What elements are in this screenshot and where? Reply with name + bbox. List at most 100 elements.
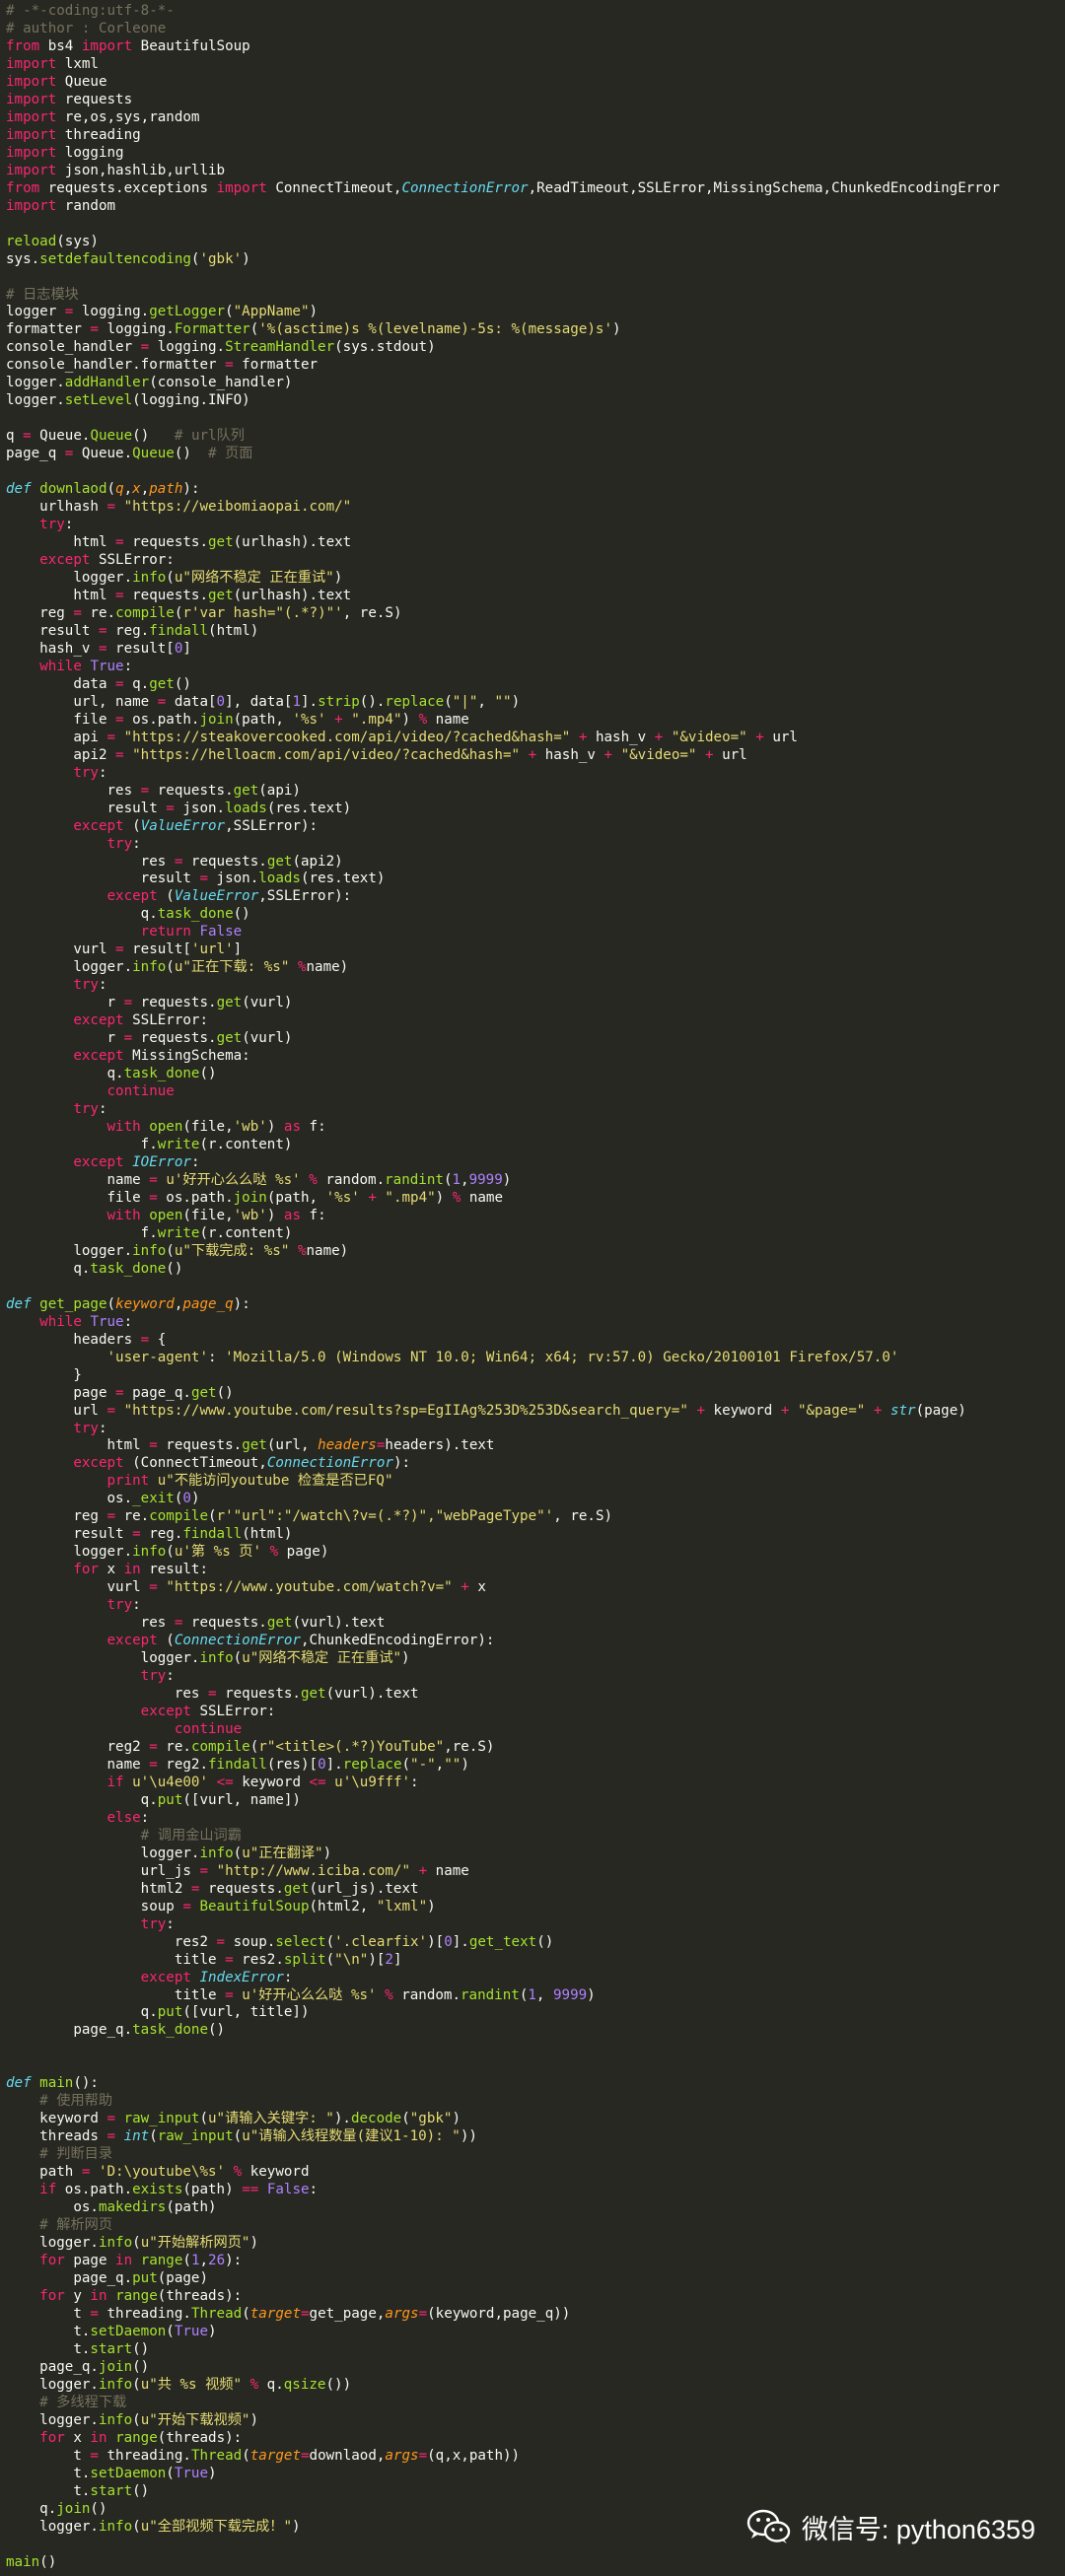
code-line: import json,hashlib,urllib (6, 163, 1065, 180)
code-token: ( (166, 959, 175, 976)
code-token: setDaemon (90, 2323, 167, 2339)
code-token: () (39, 2553, 57, 2570)
code-token: setDaemon (90, 2465, 167, 2481)
code-token: compile (149, 1508, 209, 1525)
code-token: (api) (258, 782, 301, 799)
code-token: u'\u9fff' (334, 1774, 411, 1790)
code-line: logger = logging.getLogger("AppName") (6, 304, 1065, 321)
code-token: logger (6, 304, 65, 320)
code-token: 1 (452, 1171, 462, 1188)
code-token: as (283, 1207, 301, 1223)
code-token: t (6, 2447, 91, 2464)
code-token: ( (208, 1508, 217, 1525)
code-token: 'wb' (233, 1119, 267, 1136)
code-token: u"共 %s 视频" (140, 2376, 243, 2393)
code-token: (logging.INFO) (132, 392, 250, 409)
code-token: vurl (6, 1579, 150, 1596)
code-token: (vurl).text (292, 1615, 386, 1632)
code-token: f: (301, 1119, 326, 1136)
code-token: ( (132, 2411, 141, 2428)
code-line: t = threading.Thread(target=downlaod,arg… (6, 2448, 1065, 2466)
code-token: ( (249, 321, 259, 338)
code-token: soup. (225, 1933, 276, 1950)
code-token: def (6, 1295, 32, 1312)
code-line: html = requests.get(urlhash).text (6, 534, 1065, 552)
code-token: title (6, 1986, 226, 2003)
code-token: info (132, 570, 167, 586)
code-token: requests. (132, 1030, 217, 1047)
code-token: "AppName" (233, 304, 310, 320)
code-token: 0 (216, 693, 226, 710)
code-token: )[ (368, 1951, 386, 1968)
code-token: 0 (182, 1491, 191, 1507)
code-line: else: (6, 1810, 1065, 1828)
code-token: (console_handler) (149, 375, 293, 391)
code-token: url (6, 1402, 107, 1419)
code-token: range (140, 2253, 183, 2269)
code-token: 0 (444, 1933, 453, 1950)
code-editor[interactable]: # -*-coding:utf-8-*- # author : Corleone f… (0, 0, 1065, 2576)
code-token: { (149, 1331, 167, 1348)
code-token: # 使用帮助 (39, 2093, 113, 2110)
code-line: vurl = result['url'] (6, 941, 1065, 959)
code-token: ConnectionError (266, 1455, 393, 1472)
code-token: keyword (115, 1295, 175, 1312)
code-token: page_q (182, 1295, 234, 1312)
code-token: : (98, 1420, 107, 1436)
code-token: while (39, 658, 82, 674)
code-token: : (140, 1809, 150, 1826)
code-token: import (6, 126, 57, 143)
code-line: html = requests.get(url, headers=headers… (6, 1437, 1065, 1455)
code-token: qsize (283, 2376, 326, 2393)
code-token: f: (301, 1207, 326, 1223)
code-line: url_js = "http://www.iciba.com/" + name (6, 1863, 1065, 1881)
code-token: res2. (233, 1951, 284, 1968)
code-token: True (90, 658, 124, 674)
code-token: ( (249, 1738, 259, 1755)
code-token: (file, (182, 1119, 234, 1136)
code-token: file (6, 1189, 150, 1206)
code-token: result (6, 870, 200, 887)
code-token: ( (106, 1295, 116, 1312)
code-token: u"不能访问youtube 检查是否已FQ" (157, 1473, 393, 1490)
code-token: title (6, 1951, 226, 1968)
code-token: hash_v (587, 729, 655, 745)
code-token: = (199, 1862, 209, 1879)
code-token: bs4 (39, 37, 82, 54)
code-token: ) (401, 711, 419, 728)
code-token: findall (208, 1756, 267, 1773)
code-token: = (300, 2447, 310, 2464)
code-token: requests.exceptions (39, 179, 217, 196)
code-token: u"网络不稳定 正在重试" (174, 570, 334, 586)
code-line: try: (6, 1597, 1065, 1615)
code-token: = (157, 693, 167, 710)
code-token: (sys) (56, 233, 99, 249)
code-token: res (6, 1615, 175, 1632)
code-line: t.setDaemon(True) (6, 2324, 1065, 2341)
code-token: write (157, 1137, 200, 1152)
code-token: () (174, 446, 209, 462)
code-line: try: (6, 836, 1065, 854)
code-token: r (6, 995, 124, 1011)
code-token: ) (190, 1491, 200, 1507)
code-token: requests. (123, 587, 209, 603)
code-token: "\n" (334, 1951, 369, 1968)
code-token: True (174, 2465, 209, 2481)
code-token: except (106, 888, 158, 905)
code-line: logger.info(u"开始解析网页") (6, 2235, 1065, 2253)
code-token: q. (6, 1260, 91, 1277)
code-token: name (6, 1171, 150, 1188)
code-token: = (140, 782, 150, 799)
